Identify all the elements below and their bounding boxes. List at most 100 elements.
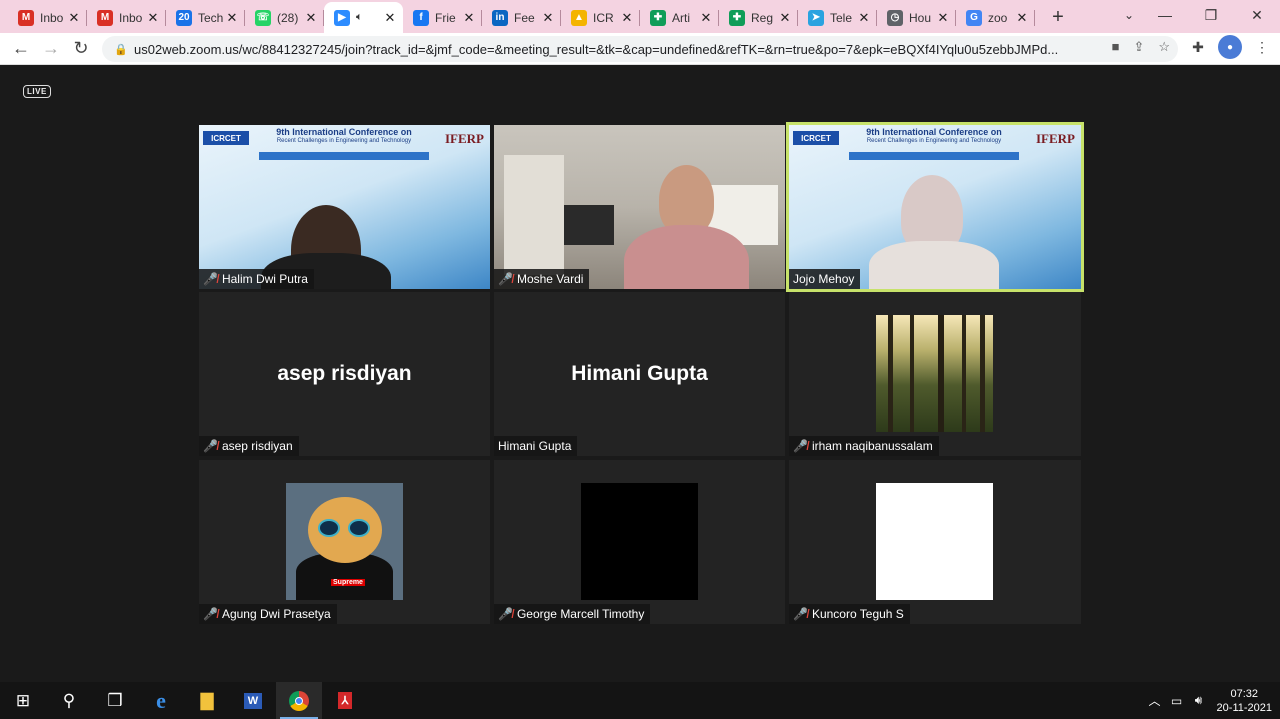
room-wall [504, 155, 564, 275]
tab-title: Arti [672, 10, 690, 25]
participant-display-name: asep risdiyan [277, 362, 412, 385]
mic-muted-icon: 🎤̸ [203, 607, 218, 621]
file-explorer-icon[interactable]: ▇ [184, 682, 230, 719]
browser-tab[interactable]: Gzoo ✕ [956, 2, 1035, 33]
participant-name-tag: 🎤̸ irham naqibanussalam [789, 436, 939, 456]
participant-name: irham naqibanussalam [811, 439, 933, 453]
tab-close-icon[interactable]: ✕ [225, 10, 239, 26]
tab-close-icon[interactable]: ✕ [699, 10, 713, 26]
tab-close-icon[interactable]: ✕ [620, 10, 634, 26]
forward-button[interactable]: → [36, 35, 66, 63]
tab-close-icon[interactable]: ✕ [541, 10, 555, 26]
clock-icon: ◷ [887, 9, 903, 26]
white-avatar-image [876, 483, 993, 600]
browser-tab[interactable]: ▶ 🔈︎ ✕ [324, 2, 403, 33]
search-icon[interactable]: ⚲ [46, 682, 92, 719]
tab-close-icon[interactable]: ✕ [1015, 10, 1029, 26]
tab-title: Frie [435, 10, 456, 25]
volume-icon[interactable]: 🔊︎ [1189, 693, 1209, 708]
word-icon[interactable]: W [230, 682, 276, 719]
windows-start-icon[interactable]: ⊞ [0, 682, 46, 719]
video-tile-asep[interactable]: asep risdiyan 🎤̸ asep risdiyan [199, 292, 490, 456]
minimize-button[interactable]: — [1142, 0, 1188, 30]
browser-tab[interactable]: M Inbo ✕ [87, 2, 166, 33]
banner-title: 9th International Conference on [276, 127, 412, 137]
video-tile-kuncoro[interactable]: 🎤̸ Kuncoro Teguh S [789, 460, 1081, 624]
tab-title: ICR [593, 10, 614, 25]
extensions-icon[interactable]: ✚ [1186, 35, 1210, 59]
tab-title: (28) [277, 10, 299, 25]
video-tile-halim[interactable]: ICRCET 9th International Conference on R… [199, 125, 490, 289]
lock-icon[interactable]: 🔒 [114, 43, 130, 56]
close-window-button[interactable]: ✕ [1234, 0, 1280, 30]
sunglasses-left [318, 519, 340, 537]
video-tile-agung[interactable]: Supreme 🎤̸ Agung Dwi Prasetya [199, 460, 490, 624]
camera-in-use-icon[interactable]: ■ [1112, 39, 1120, 55]
share-icon[interactable]: ⇪ [1133, 39, 1144, 55]
browser-tab[interactable]: ➤ Tele ✕ [798, 2, 877, 33]
acrobat-icon[interactable]: ⅄ [322, 682, 368, 719]
participant-name: Kuncoro Teguh S [811, 607, 904, 621]
chrome-icon[interactable] [276, 682, 322, 719]
browser-tab[interactable]: f Frie ✕ [403, 2, 482, 33]
browser-tab[interactable]: M Inbo ✕ [8, 2, 87, 33]
participant-shoulders [869, 241, 999, 289]
video-tile-irham[interactable]: 🎤̸ irham naqibanussalam [789, 292, 1081, 456]
banner-subtitle: Recent Challenges in Engineering and Tec… [276, 138, 412, 144]
banner-bar [259, 152, 429, 160]
room-monitor [564, 205, 614, 245]
browser-tab[interactable]: ✚ Arti ✕ [640, 2, 719, 33]
profile-avatar[interactable]: ● [1218, 35, 1242, 59]
tree-trunk [910, 315, 914, 432]
browser-tab[interactable]: in Fee ✕ [482, 2, 561, 33]
network-icon[interactable]: ▭ [1167, 694, 1187, 708]
whatsapp-icon: ☏ [255, 9, 271, 26]
reload-button[interactable]: ↻ [66, 35, 96, 63]
tab-close-icon[interactable]: ✕ [778, 10, 792, 26]
tab-close-icon[interactable]: ✕ [936, 10, 950, 26]
forest-avatar-image [876, 315, 993, 432]
browser-tab[interactable]: ▲ ICR ✕ [561, 2, 640, 33]
tab-close-icon[interactable]: ✕ [462, 10, 476, 26]
google-icon: G [966, 9, 982, 26]
browser-tab[interactable]: ☏ (28) ✕ [245, 2, 324, 33]
address-bar[interactable]: 🔒 us02web.zoom.us/wc/88412327245/join?tr… [102, 36, 1178, 62]
video-tile-jojo[interactable]: ICRCET 9th International Conference on R… [786, 122, 1084, 292]
url-text[interactable]: us02web.zoom.us/wc/88412327245/join?trac… [134, 42, 1084, 57]
tab-close-icon[interactable]: ✕ [146, 10, 160, 26]
clock-date: 20-11-2021 [1216, 701, 1272, 714]
tab-search-icon[interactable]: ⌄ [1118, 4, 1140, 26]
browser-tab[interactable]: ◷ Hou ✕ [877, 2, 956, 33]
tab-close-icon[interactable]: ✕ [383, 10, 397, 26]
tab-close-icon[interactable]: ✕ [304, 10, 318, 26]
participant-name-tag: 🎤̸ Kuncoro Teguh S [789, 604, 910, 624]
tray-overflow-icon[interactable]: ︿ [1145, 692, 1165, 709]
tab-list: M Inbo ✕ M Inbo ✕ 20 Tech ✕ ☏ (28) ✕ ▶ 🔈︎ ✕ f Frie ✕ in Fee… [0, 2, 1035, 33]
participant-name: George Marcell Timothy [516, 607, 645, 621]
browser-tab[interactable]: 20 Tech ✕ [166, 2, 245, 33]
participant-name: asep risdiyan [221, 439, 293, 453]
mic-muted-icon: 🎤̸ [203, 272, 218, 286]
new-tab-button[interactable]: + [1043, 2, 1073, 33]
tab-close-icon[interactable]: ✕ [857, 10, 871, 26]
browser-menu-icon[interactable]: ⋮ [1250, 35, 1274, 59]
tree-trunk [938, 315, 944, 432]
internet-explorer-icon[interactable]: e [138, 682, 184, 719]
restore-button[interactable]: ❐ [1188, 0, 1234, 30]
google-sheets-icon: ✚ [729, 9, 745, 26]
banner-org-logo: IFERP [445, 131, 484, 146]
video-tile-moshe[interactable]: 🎤̸ Moshe Vardi [494, 125, 785, 289]
mic-muted-icon: 🎤̸ [793, 439, 808, 453]
browser-tab[interactable]: ✚ Reg ✕ [719, 2, 798, 33]
mic-muted-icon: 🎤̸ [793, 607, 808, 621]
bookmark-star-icon[interactable]: ☆ [1158, 39, 1170, 55]
task-view-icon[interactable]: ❒ [92, 682, 138, 719]
tab-close-icon[interactable]: ✕ [67, 10, 81, 26]
taskbar-clock[interactable]: 07:32 20-11-2021 [1217, 687, 1272, 715]
participant-name-tag: 🎤̸ Agung Dwi Prasetya [199, 604, 337, 624]
audio-playing-icon[interactable]: 🔈︎ [356, 11, 383, 24]
video-tile-george[interactable]: 🎤̸ George Marcell Timothy [494, 460, 785, 624]
back-button[interactable]: ← [6, 35, 36, 63]
video-tile-himani[interactable]: Himani Gupta Himani Gupta [494, 292, 785, 456]
participant-display-name: Himani Gupta [571, 362, 708, 385]
